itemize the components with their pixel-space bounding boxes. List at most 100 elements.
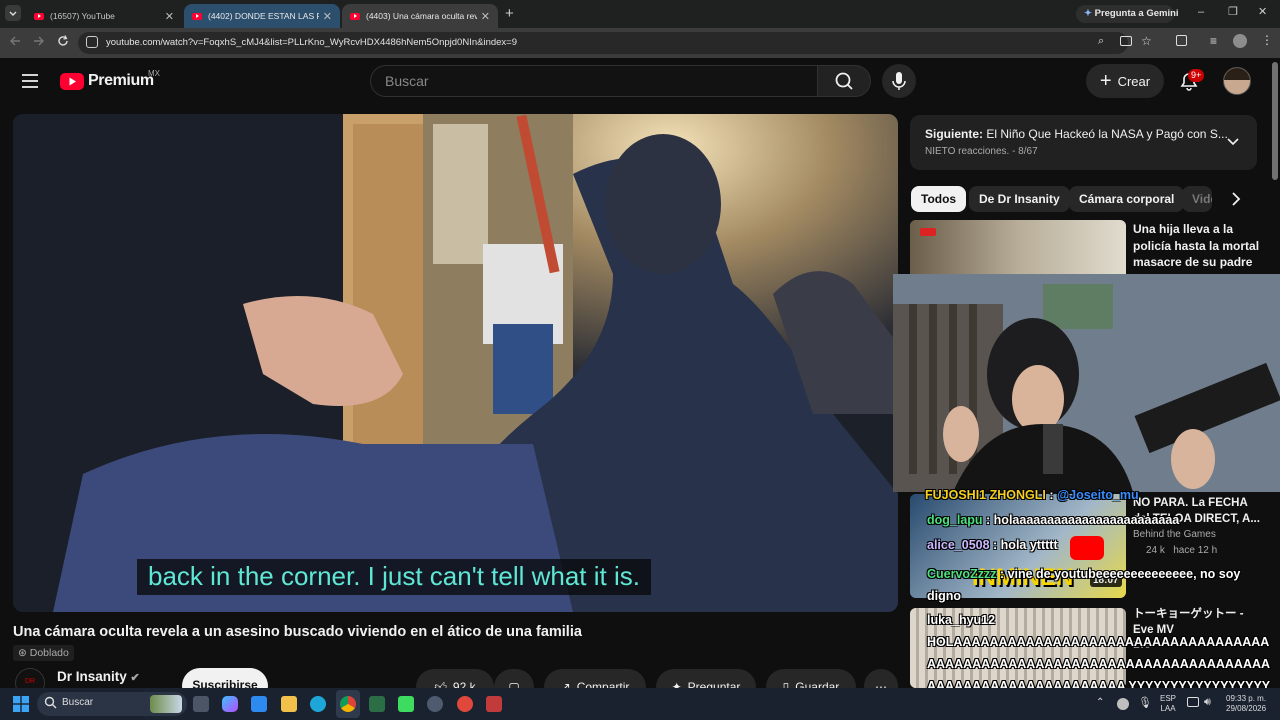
- tab-current-video[interactable]: (4403) Una cámara oculta revel ✕: [342, 4, 498, 28]
- arrow-right-icon: [34, 36, 44, 46]
- search-input[interactable]: Buscar: [370, 65, 818, 97]
- guide-menu-button[interactable]: [21, 73, 39, 89]
- chrome-icon: [340, 696, 356, 712]
- input-language[interactable]: ESP LAA: [1160, 694, 1176, 714]
- excel-icon[interactable]: [369, 696, 385, 712]
- chip-todos[interactable]: Todos: [911, 186, 967, 212]
- chips-next-button[interactable]: [1226, 189, 1246, 209]
- verified-icon: ✔: [130, 672, 140, 684]
- chevron-down-icon: [9, 11, 17, 16]
- new-tab-button[interactable]: +: [505, 5, 514, 22]
- youtube-premium-logo[interactable]: Premium: [60, 72, 154, 90]
- media-controls-icon[interactable]: ≡: [1210, 34, 1217, 48]
- url-text[interactable]: youtube.com/watch?v=FoqxhS_cMJ4&list=PLL…: [106, 37, 517, 48]
- tab-search-button[interactable]: [5, 5, 21, 21]
- search-icon: [835, 72, 853, 90]
- recommendation-title[interactable]: Una hija lleva a la policía hasta la mor…: [1133, 221, 1261, 271]
- edge-icon[interactable]: [310, 696, 326, 712]
- microphone-icon: [892, 72, 906, 90]
- chat-username: alice_0508: [927, 538, 990, 552]
- youtube-favicon-icon: [34, 12, 44, 20]
- account-avatar[interactable]: [1223, 67, 1251, 95]
- start-button[interactable]: [13, 696, 29, 712]
- app-green-icon[interactable]: [398, 696, 414, 712]
- chat-text: @Joseito_mu: [1056, 488, 1139, 502]
- channel-name[interactable]: Dr Insanity ✔: [57, 669, 140, 684]
- youtube-favicon-icon: [192, 12, 202, 20]
- webcam-frame: [893, 274, 1280, 492]
- expand-playlist-button[interactable]: [1225, 133, 1241, 149]
- volume-icon[interactable]: 🔊︎: [1204, 696, 1211, 709]
- chrome-taskbar-button[interactable]: [336, 690, 360, 718]
- task-view-icon[interactable]: [193, 696, 209, 712]
- microphone-tray-icon[interactable]: 🎙︎: [1138, 696, 1152, 709]
- cast-icon[interactable]: [1120, 36, 1132, 46]
- search-highlight-image: [150, 695, 182, 713]
- video-frame: [13, 114, 898, 612]
- close-tab-icon[interactable]: ✕: [165, 10, 174, 23]
- network-icon[interactable]: [1187, 697, 1199, 707]
- app-icon[interactable]: [457, 696, 473, 712]
- app-icon[interactable]: [486, 696, 502, 712]
- windows-logo-icon: [13, 696, 29, 712]
- voice-search-button[interactable]: [882, 64, 916, 98]
- video-title: Una cámara oculta revela a un asesino bu…: [13, 624, 582, 640]
- video-player[interactable]: [13, 114, 898, 612]
- chip-de-dr-insanity[interactable]: De Dr Insanity: [969, 186, 1070, 212]
- up-next-panel[interactable]: Siguiente: El Niño Que Hackeó la NASA y …: [910, 115, 1257, 170]
- hamburger-menu-icon: [22, 74, 38, 88]
- tab-youtube-home[interactable]: (16507) YouTube ✕: [26, 4, 182, 28]
- tray-overflow-icon[interactable]: ⌃: [1096, 697, 1104, 708]
- search-button[interactable]: [817, 65, 871, 97]
- chevron-down-icon: [1227, 138, 1239, 146]
- dubbed-icon: ⊛: [18, 647, 27, 659]
- notification-count-badge: 9+: [1188, 69, 1205, 82]
- reload-button[interactable]: [56, 34, 70, 48]
- recommendation-thumbnail[interactable]: [910, 220, 1126, 274]
- browser-menu-icon[interactable]: ⋮: [1261, 33, 1273, 47]
- minimize-button[interactable]: –: [1198, 6, 1204, 18]
- recommendation-channel[interactable]: Behind the Games: [1133, 529, 1216, 540]
- youtube-logo-icon: [60, 72, 84, 90]
- restore-button[interactable]: ❐: [1228, 5, 1238, 18]
- site-info-icon[interactable]: [86, 36, 98, 48]
- page-scrollbar[interactable]: [1272, 62, 1278, 180]
- extensions-icon[interactable]: [1176, 35, 1187, 46]
- copilot-icon[interactable]: [222, 696, 238, 712]
- chat-message: dog_lapu : holaaaaaaaaaaaaaaaaaaaaaaaa: [927, 513, 1180, 527]
- file-explorer-icon[interactable]: [281, 696, 297, 712]
- gemini-button[interactable]: ✦ Pregunta a Gemini: [1076, 5, 1179, 23]
- youtube-favicon-icon: [350, 12, 360, 20]
- close-tab-icon[interactable]: ✕: [323, 10, 332, 23]
- app-icon[interactable]: [427, 696, 443, 712]
- chat-text: HOLAAAAAAAAAAAAAAAAAAAAAAAAAAAAAAAAAAAAA…: [927, 635, 1271, 693]
- chevron-right-icon: [1232, 192, 1241, 206]
- gemini-icon: ✦: [1084, 8, 1092, 19]
- search-icon: [44, 696, 57, 709]
- chat-message: CuervoZzzz : vine de youtubeeeeeeeeeeeee…: [927, 567, 1241, 603]
- create-button[interactable]: + Crear: [1086, 64, 1164, 98]
- chat-username: CuervoZzzz: [927, 567, 997, 581]
- tray-app-icon[interactable]: [1117, 698, 1129, 710]
- tab-donde-estan[interactable]: (4402) DONDE ESTAN LAS RUI ✕: [184, 4, 340, 28]
- chat-message: FUJOSHI1 ZHONGLI : @Joseito_mu: [925, 488, 1139, 502]
- zoom-icon[interactable]: ⌕: [1098, 35, 1104, 48]
- dubbed-badge: ⊛ Doblado: [13, 645, 74, 661]
- profile-avatar-icon[interactable]: [1233, 34, 1247, 48]
- store-icon[interactable]: [251, 696, 267, 712]
- back-button[interactable]: [8, 34, 22, 48]
- bookmark-star-icon[interactable]: ☆: [1141, 34, 1152, 48]
- clock[interactable]: 09:33 p. m. 29/08/2026: [1226, 694, 1266, 714]
- forward-button[interactable]: [32, 34, 46, 48]
- streamer-webcam-overlay: [893, 274, 1280, 492]
- chat-username: FUJOSHI1 ZHONGLI: [925, 488, 1046, 502]
- up-next-title: El Niño Que Hackeó la NASA y Pagó con S.…: [986, 127, 1228, 141]
- up-next-meta: NIETO reacciones. - 8/67: [925, 146, 1038, 157]
- close-window-button[interactable]: ✕: [1258, 5, 1267, 18]
- chip-camara-corporal[interactable]: Cámara corporal: [1069, 186, 1185, 212]
- close-tab-icon[interactable]: ✕: [481, 10, 490, 23]
- up-next-prefix: Siguiente:: [925, 127, 984, 141]
- chat-username: dog_lapu: [927, 513, 983, 527]
- chat-message: luka_hyu12 HOLAAAAAAAAAAAAAAAAAAAAAAAAAAA…: [927, 609, 1273, 697]
- chip-videos[interactable]: Vide: [1182, 186, 1212, 212]
